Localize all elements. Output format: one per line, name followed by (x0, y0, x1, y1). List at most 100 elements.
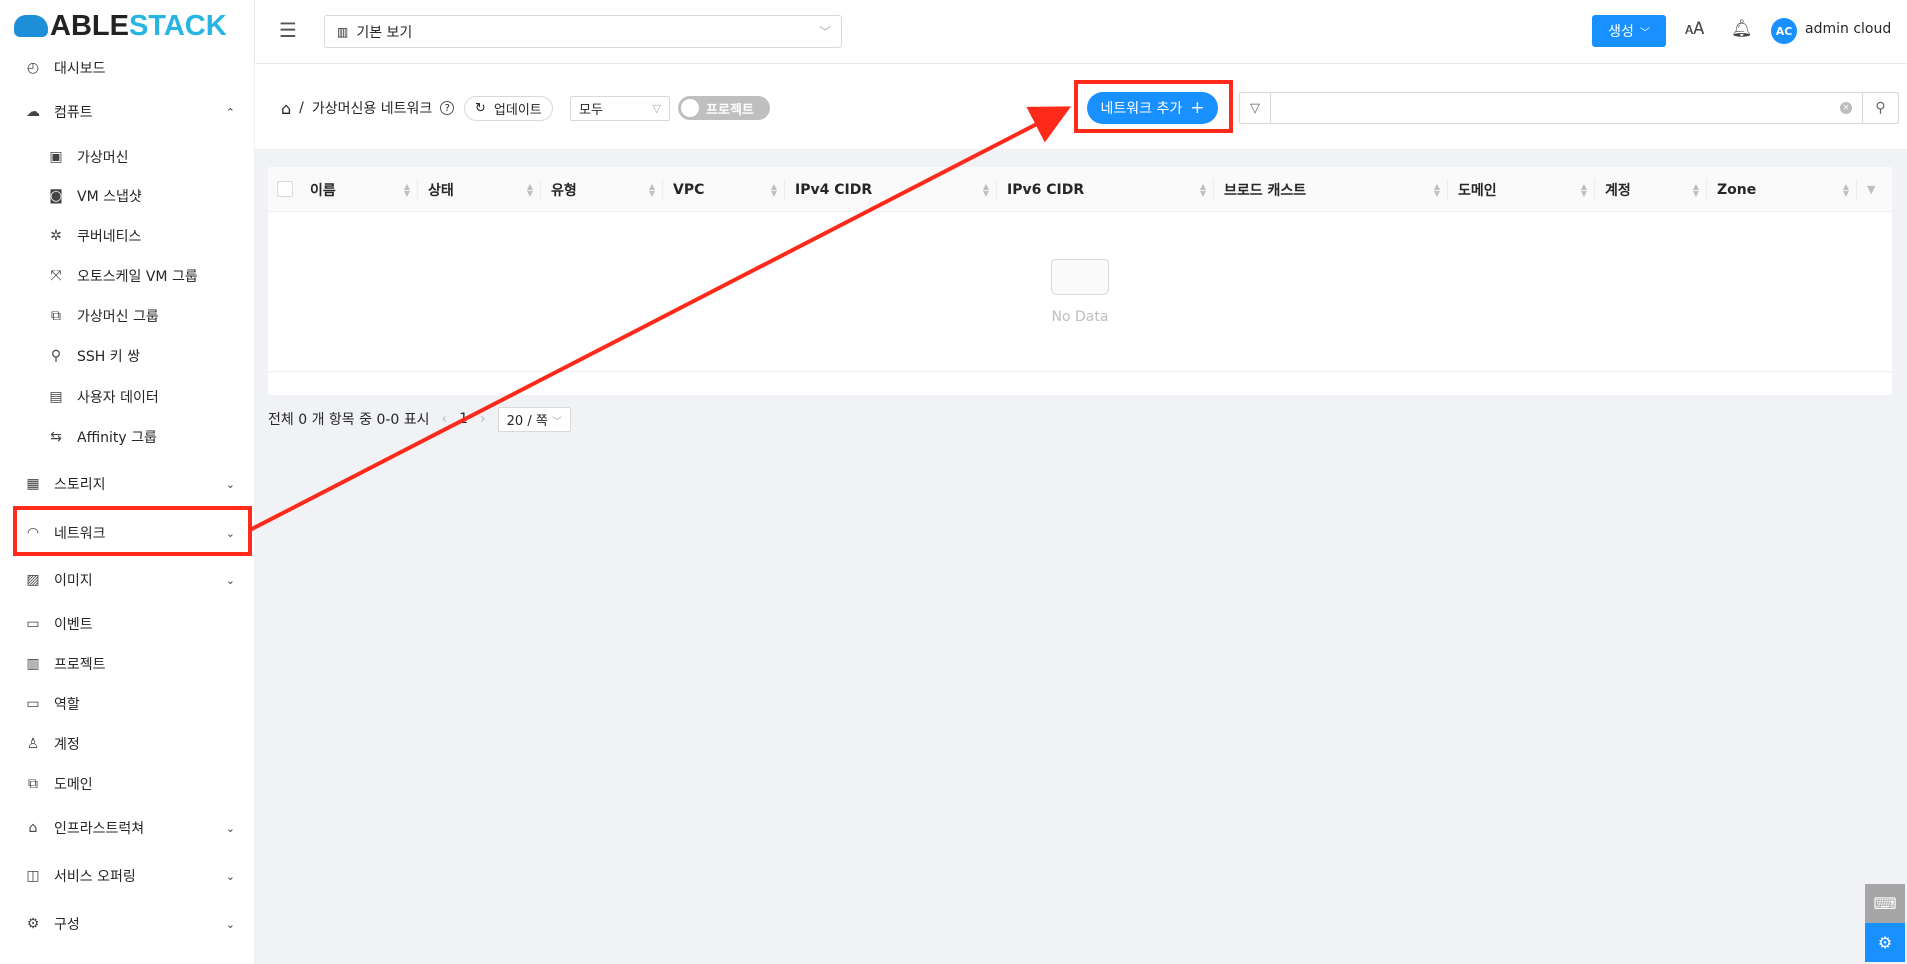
sort-icon[interactable]: ▲ ▼ (1434, 182, 1440, 197)
sidebar-item-label: 프로젝트 (54, 657, 106, 673)
chevron-up-icon: ⌃ (225, 105, 235, 119)
clear-icon[interactable]: × (1840, 102, 1852, 114)
column-header[interactable]: IPv6 CIDR ▲ ▼ (997, 167, 1214, 212)
refresh-label: 업데이트 (493, 103, 542, 118)
view-select-value: 기본 보기 (356, 24, 413, 41)
key-icon: ⚲ (50, 348, 62, 364)
cluster-icon: ⧉ (51, 308, 61, 324)
database-icon: ▦ (26, 476, 40, 492)
search-input[interactable] (1272, 93, 1832, 123)
home-icon[interactable]: ⌂ (281, 99, 291, 118)
sidebar-item-label: 이벤트 (54, 617, 93, 633)
keyboard-shortcut-button[interactable]: ⌨ (1865, 884, 1905, 923)
add-network-button[interactable]: 네트워크 추가 + (1087, 92, 1218, 124)
sort-icon[interactable]: ▲ ▼ (527, 182, 533, 197)
page-size-value: 20 / 쪽 (506, 413, 548, 429)
sidebar-item[interactable]: ◠ 네트워크 ⌄ (0, 513, 255, 553)
bell-icon[interactable]: 🔔︎ (1731, 19, 1753, 39)
sidebar-item-label: 사용자 데이터 (77, 390, 159, 406)
select-all-checkbox[interactable] (277, 181, 293, 197)
sort-icon[interactable]: ▲ ▼ (771, 182, 777, 197)
sidebar-item[interactable]: ♙ 계정 (0, 724, 255, 764)
create-button[interactable]: 생성 ﹀ (1592, 15, 1666, 47)
translate-icon[interactable]: 🗚 (1685, 19, 1704, 39)
sidebar-item[interactable]: ▥ 프로젝트 (0, 644, 255, 684)
sidebar-item[interactable]: ◫ 서비스 오퍼링 ⌄ (0, 856, 255, 896)
swap-icon: ⇆ (50, 429, 62, 445)
sidebar-item[interactable]: ⧉ 가상머신 그룹 (0, 296, 255, 336)
sidebar-item[interactable]: ▭ 이벤트 (0, 604, 255, 644)
column-header[interactable]: IPv4 CIDR ▲ ▼ (785, 167, 997, 212)
sort-icon[interactable]: ▲ ▼ (983, 182, 989, 197)
refresh-button[interactable]: ↻ 업데이트 (464, 96, 553, 121)
column-header[interactable]: 도메인 ▲ ▼ (1448, 167, 1595, 212)
sort-icon[interactable]: ▲ ▼ (649, 182, 655, 197)
sort-icon[interactable]: ▲ ▼ (404, 182, 410, 197)
sidebar-item-label: Affinity 그룹 (77, 430, 157, 446)
sidebar-item[interactable]: ◴ 대시보드 (0, 48, 255, 88)
settings-button[interactable]: ⚙ (1865, 923, 1905, 962)
sidebar-item[interactable]: ⚲ SSH 키 쌍 (0, 336, 255, 376)
column-header[interactable]: 이름 ▲ ▼ (300, 167, 418, 212)
sort-icon[interactable]: ▲ ▼ (1843, 182, 1849, 197)
sort-icon[interactable]: ▲ ▼ (1200, 182, 1206, 197)
column-header[interactable]: 계정 ▲ ▼ (1595, 167, 1707, 212)
menu-fold-icon[interactable]: ☰ (279, 18, 297, 42)
sidebar-item[interactable]: ⇆ Affinity 그룹 (0, 417, 255, 457)
help-icon[interactable]: ? (440, 101, 455, 115)
column-header[interactable]: Zone ▲ ▼ (1707, 167, 1857, 212)
sidebar-item[interactable]: ⚙ 구성 ⌄ (0, 904, 255, 944)
sidebar-item[interactable]: ◙ VM 스냅샷 (0, 176, 255, 216)
sidebar-item-label: VM 스냅샷 (77, 189, 142, 205)
breadcrumb: ⌂ / 가상머신용 네트워크 ? (281, 98, 455, 118)
column-header[interactable]: 유형 ▲ ▼ (541, 167, 663, 212)
reload-icon: ↻ (475, 101, 486, 116)
bank-icon: ⌂ (28, 820, 38, 836)
chevron-down-icon: ﹀ (551, 416, 562, 428)
ablestack-logo[interactable]: ABLE STACK (14, 9, 227, 42)
project-icon: ▥ (26, 656, 40, 672)
avatar[interactable]: AC (1771, 18, 1797, 44)
column-header[interactable]: VPC ▲ ▼ (663, 167, 785, 212)
chevron-down-icon: ﹀ (818, 25, 831, 39)
search-icon[interactable]: ⚲ (1862, 93, 1898, 123)
filter-icon[interactable]: ▽ (1240, 93, 1271, 123)
sidebar-item-label: 네트워크 (54, 526, 106, 542)
sidebar-item[interactable]: ▤ 사용자 데이터 (0, 377, 255, 417)
add-network-label: 네트워크 추가 (1100, 101, 1183, 117)
column-header-label: IPv4 CIDR (795, 181, 873, 198)
sidebar-item[interactable]: ▦ 스토리지 ⌄ (0, 464, 255, 504)
sidebar-item-label: 가상머신 (77, 150, 129, 166)
empty-text: No Data (1051, 308, 1109, 325)
sidebar-item[interactable]: ▣ 가상머신 (0, 137, 255, 177)
sidebar-item[interactable]: ⧉ 도메인 (0, 764, 255, 804)
sidebar-item-label: 가상머신 그룹 (77, 309, 159, 325)
sort-icon[interactable]: ▲ ▼ (1693, 182, 1699, 197)
page-1[interactable]: 1 (459, 411, 468, 427)
sidebar-item[interactable]: ▨ 이미지 ⌄ (0, 560, 255, 600)
chevron-down-icon: ⌄ (225, 917, 235, 931)
prev-page-icon[interactable]: ‹ (442, 411, 448, 427)
table-header: 이름 ▲ ▼ 상태 ▲ ▼ 유형 ▲ ▼ VPC ▲ ▼ IPv4 CIDR ▲ ▼ IPv6 CIDR ▲ ▼ 브… (268, 167, 1892, 212)
view-select[interactable]: ▥ 기본 보기 ﹀ (324, 15, 842, 48)
sidebar-item[interactable]: ⌂ 인프라스트럭쳐 ⌄ (0, 808, 255, 848)
kubernetes-icon: ✲ (50, 228, 62, 244)
filter-select[interactable]: 모두 ▽ (570, 96, 670, 121)
sidebar-item[interactable]: ☁ 컴퓨트 ⌃ (0, 92, 255, 132)
username[interactable]: admin cloud (1805, 21, 1891, 37)
sidebar-item[interactable]: ▭ 역할 (0, 684, 255, 724)
project-toggle[interactable]: 프로젝트 (678, 96, 770, 120)
filter-icon: ▽ (652, 102, 661, 115)
column-header[interactable]: 브로드 캐스트 ▲ ▼ (1214, 167, 1448, 212)
column-header[interactable]: 상태 ▲ ▼ (418, 167, 541, 212)
sidebar-item[interactable]: ✲ 쿠버네티스 (0, 216, 255, 256)
next-page-icon[interactable]: › (480, 411, 486, 427)
column-filter-icon[interactable]: ▼ (1857, 167, 1892, 212)
sidebar-item[interactable]: ⤧ 오토스케일 VM 그룹 (0, 256, 255, 296)
logo-text-stack: STACK (128, 9, 227, 42)
chevron-down-icon: ﹀ (1639, 27, 1650, 39)
page-size-select[interactable]: 20 / 쪽 ﹀ (497, 406, 571, 432)
cloud-icon: ☁ (26, 104, 40, 120)
chevron-down-icon: ⌄ (225, 573, 235, 587)
sort-icon[interactable]: ▲ ▼ (1581, 182, 1587, 197)
